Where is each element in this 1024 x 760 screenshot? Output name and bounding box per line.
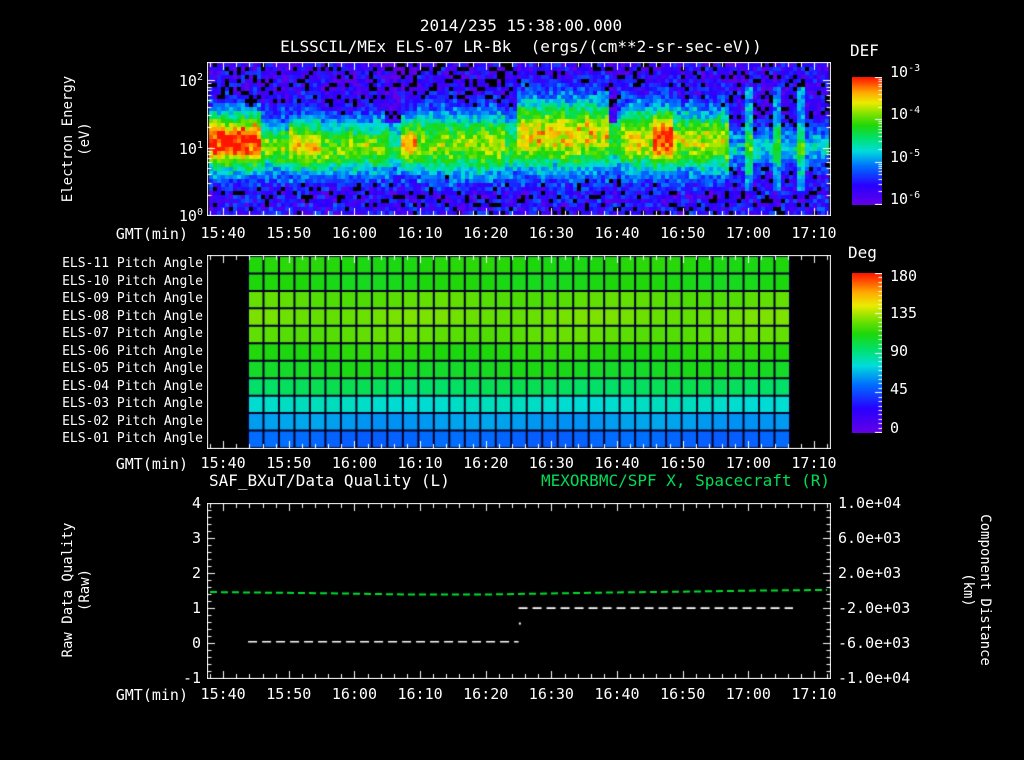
distance-ytick-label: -2.0e+03 xyxy=(838,599,911,617)
energy-ytick-label: 102 xyxy=(178,72,203,90)
time-tick-label: 15:40 xyxy=(200,685,246,703)
raw-quality-axis-label-line2: (Raw) xyxy=(77,568,93,612)
deg-colorbar xyxy=(852,273,882,433)
time-tick-label: 16:20 xyxy=(463,224,509,242)
energy-ytick-label: 100 xyxy=(178,207,203,225)
time-tick-label: 15:50 xyxy=(266,224,312,242)
deg-tick-label: 135 xyxy=(890,304,918,322)
page-title: 2014/235 15:38:00.000 xyxy=(419,16,623,35)
time-tick-label: 16:30 xyxy=(528,224,574,242)
quality-ytick-label: 3 xyxy=(191,529,201,547)
quality-ytick-label: 4 xyxy=(191,494,201,512)
deg-tick-label: 180 xyxy=(890,267,918,285)
time-tick-label: 17:00 xyxy=(725,685,771,703)
gmt-label-top: GMT(min) xyxy=(115,225,188,243)
pitch-row-label: ELS-07 Pitch Angle xyxy=(62,326,203,341)
time-tick-label: 16:20 xyxy=(463,454,509,472)
def-tick-label: 10-5 xyxy=(890,148,921,166)
def-tick-label: 10-4 xyxy=(890,105,921,123)
time-tick-label: 16:10 xyxy=(397,224,443,242)
time-tick-label: 16:00 xyxy=(331,685,377,703)
time-tick-label: 16:10 xyxy=(397,685,443,703)
def-colorbar xyxy=(852,77,882,205)
distance-ytick-label: -1.0e+04 xyxy=(838,669,911,687)
distance-ytick-label: -6.0e+03 xyxy=(838,634,911,652)
time-tick-label: 16:40 xyxy=(594,454,640,472)
energy-ytick-label: 101 xyxy=(178,140,203,158)
spacecraft-series-title: MEXORBMC/SPF X, Spacecraft (R) xyxy=(541,471,830,490)
time-tick-label: 15:40 xyxy=(200,454,246,472)
time-tick-label: 16:00 xyxy=(331,224,377,242)
electron-energy-spectrogram xyxy=(207,62,831,216)
deg-tick-label: 0 xyxy=(890,419,900,437)
pitch-angle-grid xyxy=(207,255,831,449)
distance-ytick-label: 1.0e+04 xyxy=(838,494,902,512)
pitch-row-label: ELS-05 Pitch Angle xyxy=(62,361,203,376)
distance-ytick-label: 2.0e+03 xyxy=(838,564,902,582)
energy-axis-label-line1: Electron Energy xyxy=(60,75,76,203)
pitch-row-label: ELS-09 Pitch Angle xyxy=(62,291,203,306)
time-tick-label: 16:10 xyxy=(397,454,443,472)
spectrogram-viewer-page: { "title": { "line1": "2014/235 15:38:00… xyxy=(0,0,1024,708)
time-tick-label: 17:10 xyxy=(791,224,837,242)
raw-quality-axis-label-line1: Raw Data Quality xyxy=(60,522,76,658)
time-tick-label: 16:00 xyxy=(331,454,377,472)
component-distance-axis-label: Component Distance (km) xyxy=(956,420,996,760)
pitch-row-label: ELS-06 Pitch Angle xyxy=(62,343,203,359)
time-tick-label: 16:30 xyxy=(528,454,574,472)
time-tick-label: 15:40 xyxy=(200,224,246,242)
gmt-label-middle: GMT(min) xyxy=(115,455,188,473)
pitch-row-label: ELS-04 Pitch Angle xyxy=(62,378,203,394)
pitch-row-label: ELS-01 Pitch Angle xyxy=(62,431,203,446)
deg-tick-label: 90 xyxy=(890,342,909,360)
pitch-row-label: ELS-03 Pitch Angle xyxy=(62,396,203,411)
quality-series-title: SAF_BXuT/Data Quality (L) xyxy=(209,471,450,490)
deg-colorbar-title: Deg xyxy=(848,243,877,262)
energy-axis-label-line2: (eV) xyxy=(77,122,93,156)
quality-ytick-label: 2 xyxy=(191,564,201,582)
raw-quality-axis-label: Raw Data Quality (Raw) xyxy=(57,420,97,760)
gmt-label-bottom: GMT(min) xyxy=(115,686,188,704)
time-tick-label: 16:30 xyxy=(528,685,574,703)
time-tick-label: 16:20 xyxy=(463,685,509,703)
def-colorbar-title: DEF xyxy=(850,41,879,60)
time-tick-label: 16:50 xyxy=(660,224,706,242)
quality-ytick-label: -1 xyxy=(182,669,201,687)
time-tick-label: 17:10 xyxy=(791,685,837,703)
pitch-row-label: ELS-08 Pitch Angle xyxy=(62,308,203,324)
component-distance-axis-label-line1: Component Distance xyxy=(977,514,993,666)
component-distance-axis-label-line2: (km) xyxy=(960,573,976,607)
time-tick-label: 16:40 xyxy=(594,685,640,703)
time-tick-label: 17:00 xyxy=(725,454,771,472)
time-tick-label: 15:50 xyxy=(266,454,312,472)
time-tick-label: 16:50 xyxy=(660,685,706,703)
time-tick-label: 15:50 xyxy=(266,685,312,703)
pitch-row-label: ELS-02 Pitch Angle xyxy=(62,413,203,429)
quality-ytick-label: 1 xyxy=(191,599,201,617)
quality-distance-plot xyxy=(207,503,831,679)
distance-ytick-label: 6.0e+03 xyxy=(838,529,902,547)
time-tick-label: 16:40 xyxy=(594,224,640,242)
time-tick-label: 16:50 xyxy=(660,454,706,472)
pitch-row-label: ELS-10 Pitch Angle xyxy=(62,273,203,289)
time-tick-label: 17:10 xyxy=(791,454,837,472)
def-tick-label: 10-6 xyxy=(890,190,921,208)
deg-tick-label: 45 xyxy=(890,380,909,398)
time-tick-label: 17:00 xyxy=(725,224,771,242)
pitch-row-label: ELS-11 Pitch Angle xyxy=(62,256,203,271)
def-tick-label: 10-3 xyxy=(890,63,921,81)
quality-ytick-label: 0 xyxy=(191,634,201,652)
